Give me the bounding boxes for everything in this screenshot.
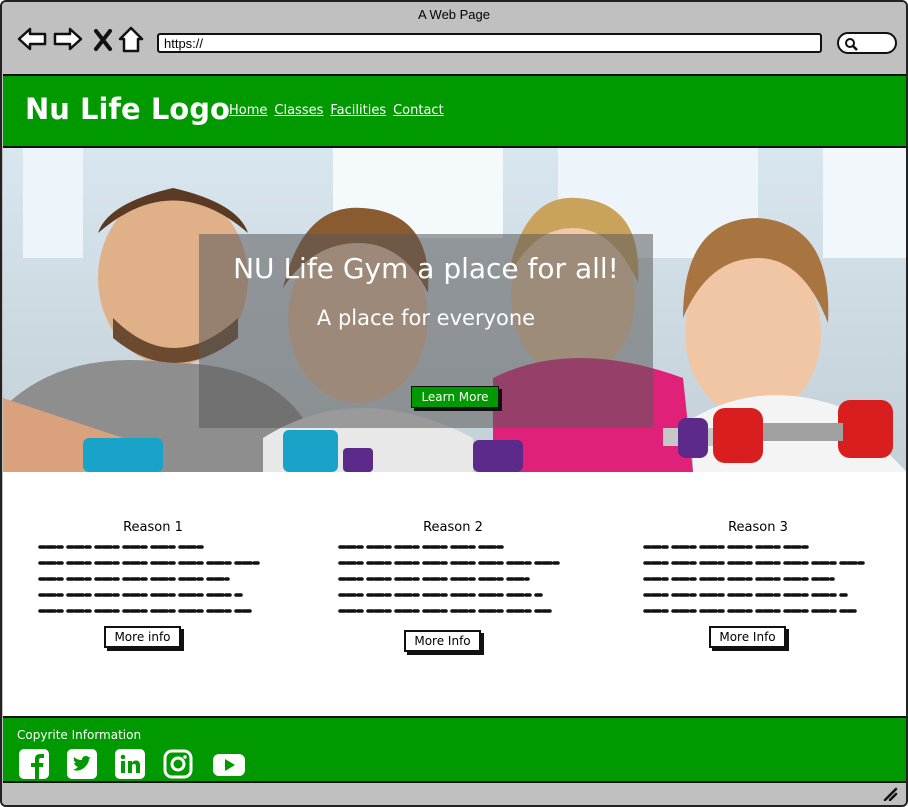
reason-card-1: Reason 1 [38,520,268,620]
site-logo[interactable]: Nu Life Logo [25,92,230,126]
search-box[interactable] [837,32,897,54]
resize-grip-icon[interactable] [882,787,898,801]
window-title: A Web Page [417,7,491,22]
hero-overlay: NU Life Gym a place for all! A place for… [199,234,653,428]
learn-more-button[interactable]: Learn More [411,386,499,408]
home-icon[interactable] [116,24,148,56]
twitter-icon[interactable] [66,748,98,780]
address-url: https:// [164,36,204,51]
web-page: Nu Life Logo Home Classes Facilities Con… [3,74,906,783]
hero-banner: NU Life Gym a place for all! A place for… [3,148,906,472]
more-info-button-1[interactable]: More info [104,626,181,648]
placeholder-text-scribble [338,545,560,613]
facebook-icon[interactable] [18,748,50,780]
browser-window: A Web Page https:// Nu Life Logo Home Cl… [0,0,908,807]
instagram-icon[interactable] [162,748,194,780]
forward-icon[interactable] [52,24,84,56]
search-icon [845,38,858,51]
status-bar [2,783,906,805]
main-nav: Home Classes Facilities Contact [229,103,444,118]
reason-title: Reason 2 [423,520,483,535]
nav-contact[interactable]: Contact [393,103,444,118]
copyright-text: Copyrite Information [17,728,142,742]
more-info-button-3[interactable]: More Info [709,626,786,648]
placeholder-text-scribble [643,545,865,613]
nav-home[interactable]: Home [229,103,267,118]
site-footer: Copyrite Information [3,716,906,781]
back-icon[interactable] [16,24,48,56]
placeholder-text-scribble [38,545,260,613]
nav-classes[interactable]: Classes [274,103,323,118]
address-bar[interactable]: https:// [157,33,822,53]
browser-toolbar: A Web Page https:// [2,2,906,72]
more-info-button-2[interactable]: More Info [404,630,481,652]
hero-title: NU Life Gym a place for all! [233,252,619,285]
reason-title: Reason 1 [123,520,183,535]
site-header: Nu Life Logo Home Classes Facilities Con… [3,76,906,148]
linkedin-icon[interactable] [114,748,146,780]
reason-card-2: Reason 2 [338,520,568,620]
hero-subtitle: A place for everyone [316,306,536,330]
reason-card-3: Reason 3 [643,520,873,620]
reason-title: Reason 3 [728,520,788,535]
nav-facilities[interactable]: Facilities [330,103,386,118]
youtube-icon[interactable] [211,748,249,780]
